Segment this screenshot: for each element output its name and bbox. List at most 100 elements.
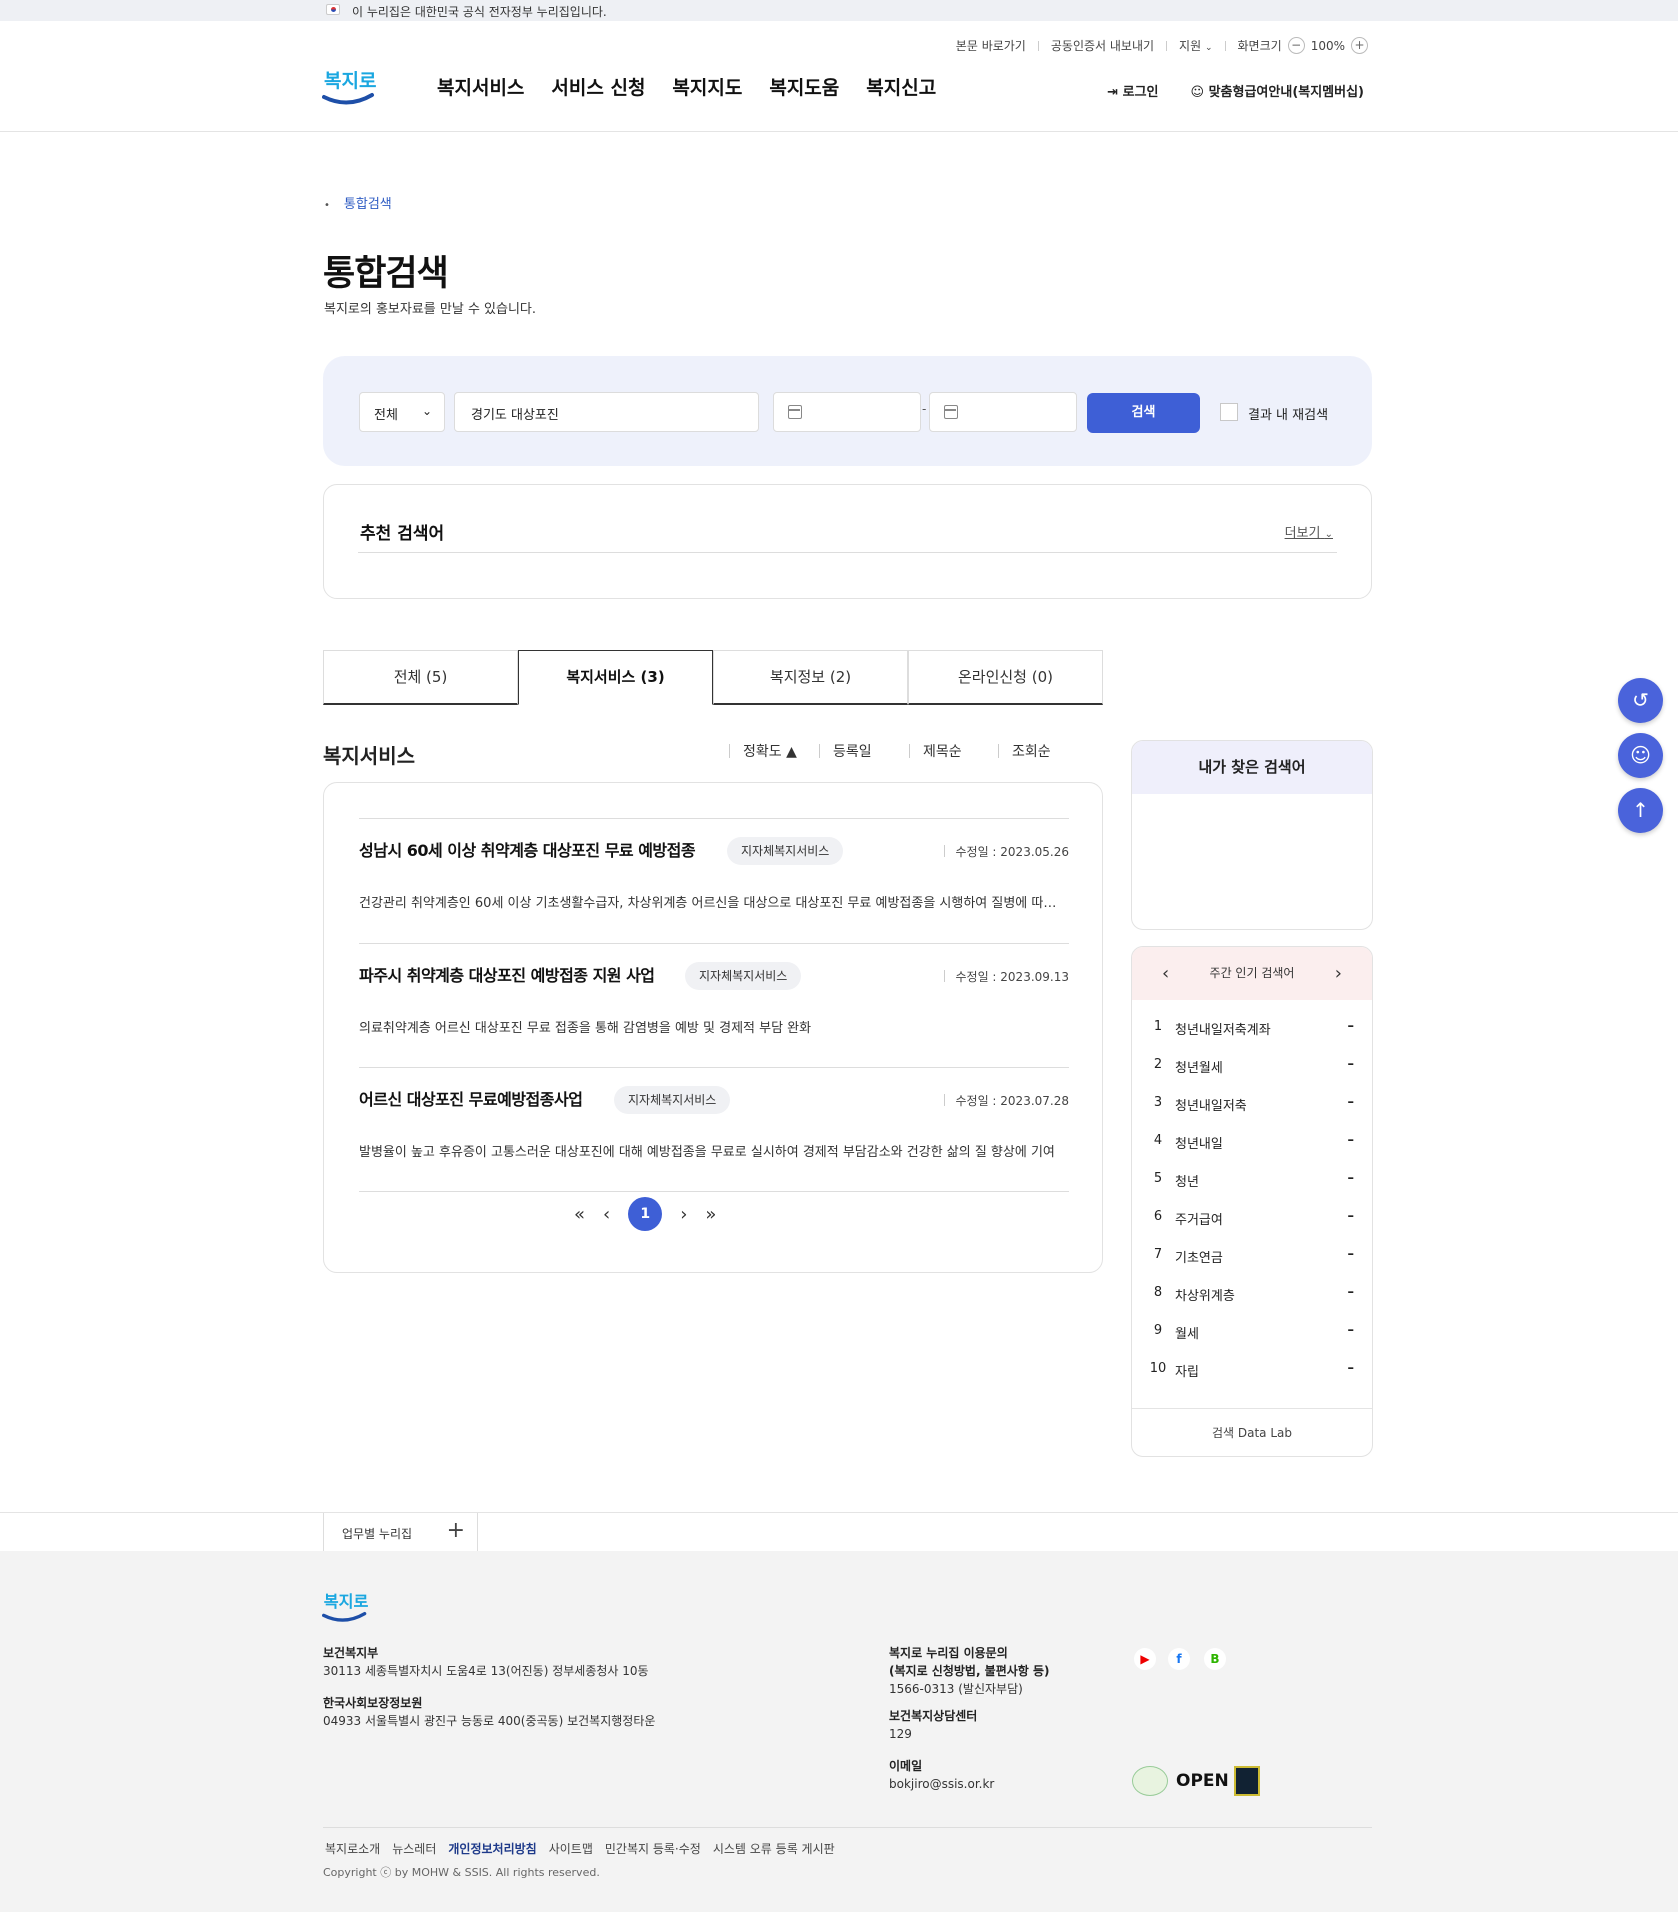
popular-rank: 3 [1153,1095,1163,1110]
nav-welfare-help[interactable]: 복지도움 [769,73,839,100]
popular-word[interactable]: 주거급여 [1175,1209,1223,1228]
scroll-top-icon[interactable]: ↑ [1618,788,1663,833]
breadcrumb[interactable]: 통합검색 [324,193,392,212]
popular-word[interactable]: 청년내일저축계좌 [1175,1019,1271,1038]
popular-word[interactable]: 기초연금 [1175,1247,1223,1266]
footer-link-about[interactable]: 복지로소개 [325,1840,380,1857]
footer-link-sitemap[interactable]: 사이트맵 [549,1840,593,1857]
research-label: 결과 내 재검색 [1248,408,1329,423]
list-item[interactable]: 1 청년내일저축계좌 – [1132,1019,1372,1057]
skip-link[interactable]: 본문 바로가기 [956,37,1026,54]
start-date-input[interactable] [773,392,921,432]
list-item[interactable]: 8 차상위계층 – [1132,1285,1372,1323]
pagination: « ‹ 1 › » [574,1197,716,1231]
popular-word[interactable]: 청년내일저축 [1175,1095,1247,1114]
calendar-icon [788,405,802,419]
research-checkbox[interactable] [1220,403,1238,421]
family-site-select[interactable]: 업무별 누리집 + [323,1513,478,1552]
cert-export-link[interactable]: 공동인증서 내보내기 [1051,37,1154,54]
result-title[interactable]: 어르신 대상포진 무료예방접종사업 [359,1086,583,1110]
sort-title[interactable]: 제목순 [909,741,962,761]
result-desc: 건강관리 취약계층인 60세 이상 기초생활수급자, 차상위계층 어르신을 대상… [359,896,1059,911]
list-divider [359,1191,1069,1192]
page-title: 통합검색 [323,254,449,294]
tab-all[interactable]: 전체 (5) [323,650,518,705]
nav-welfare-report[interactable]: 복지신고 [866,73,936,100]
result-date: 수정일 : 2023.05.26 [943,845,1069,859]
chevron-left-icon[interactable]: ‹ [1162,947,1169,1000]
popular-title: 주간 인기 검색어 [1209,966,1295,980]
prev-page-icon[interactable]: ‹ [603,1204,610,1225]
my-searches-title: 내가 찾은 검색어 [1132,741,1372,794]
popular-rank: 9 [1153,1323,1163,1338]
recommended-keywords: 추천 검색어 더보기 ⌄ [323,484,1372,599]
popular-word[interactable]: 청년월세 [1175,1057,1223,1076]
footer-center: 보건복지상담센터 129 [889,1709,978,1741]
popular-word[interactable]: 자립 [1175,1361,1199,1380]
sort-views[interactable]: 조회순 [998,741,1051,761]
list-item[interactable]: 4 청년내일 – [1132,1133,1372,1171]
list-item[interactable]: 2 청년월세 – [1132,1057,1372,1095]
list-item[interactable]: 6 주거급여 – [1132,1209,1372,1247]
first-page-icon[interactable]: « [574,1204,585,1225]
search-button[interactable]: 검색 [1087,393,1200,433]
sort-date[interactable]: 등록일 [819,741,872,761]
nav-welfare-map[interactable]: 복지지도 [672,73,742,100]
rank-change-icon: – [1347,1247,1355,1262]
footer-org2: 한국사회보장정보원 04933 서울특별시 광진구 능동로 400(중곡동) 보건… [323,1696,656,1728]
chevron-right-icon[interactable]: › [1335,947,1342,1000]
end-date-input[interactable] [929,392,1077,432]
login-link[interactable]: ⇥ 로그인 [1107,81,1158,100]
list-item[interactable]: 7 기초연금 – [1132,1247,1372,1285]
footer-link-newsletter[interactable]: 뉴스레터 [392,1840,436,1857]
search-datalab-link[interactable]: 검색 Data Lab [1132,1408,1372,1456]
list-item[interactable]: 3 청년내일저축 – [1132,1095,1372,1133]
chatbot-icon[interactable]: ☺ [1618,733,1663,778]
popular-rank: 5 [1153,1171,1163,1186]
list-item[interactable]: 5 청년 – [1132,1171,1372,1209]
popular-word[interactable]: 월세 [1175,1323,1199,1342]
zoom-label: 화면크기 [1237,39,1282,53]
youtube-icon[interactable]: ▶ [1134,1648,1156,1670]
list-item[interactable]: 어르신 대상포진 무료예방접종사업 지자체복지서비스 수정일 : 2023.07… [359,1067,1069,1192]
header-right: ⇥ 로그인 ☺ 맞춤형급여안내(복지멤버십) [1107,81,1364,100]
nav-welfare-service[interactable]: 복지서비스 [437,73,524,100]
rank-change-icon: – [1347,1285,1355,1300]
popular-word[interactable]: 청년내일 [1175,1133,1223,1152]
region-select[interactable]: 지원 ⌄ [1179,37,1212,54]
list-item[interactable]: 파주시 취약계층 대상포진 예방접종 지원 사업 지자체복지서비스 수정일 : … [359,943,1069,1068]
membership-link[interactable]: ☺ 맞춤형급여안내(복지멤버십) [1191,81,1365,100]
gov-banner-text: 이 누리집은 대한민국 공식 전자정부 누리집입니다. [352,5,607,19]
page-current[interactable]: 1 [628,1197,663,1231]
history-icon[interactable]: ↺ [1618,678,1663,723]
last-page-icon[interactable]: » [705,1204,716,1225]
footer-link-error-board[interactable]: 시스템 오류 등록 게시판 [713,1840,835,1857]
facebook-icon[interactable]: f [1168,1648,1190,1670]
footer-link-privacy[interactable]: 개인정보처리방침 [448,1840,536,1857]
footer-links: 복지로소개 뉴스레터 개인정보처리방침 사이트맵 민간복지 등록·수정 시스템 … [325,1840,835,1857]
next-page-icon[interactable]: › [680,1204,687,1225]
popular-word[interactable]: 청년 [1175,1171,1199,1190]
blog-icon[interactable]: B [1204,1648,1226,1670]
result-title[interactable]: 성남시 60세 이상 취약계층 대상포진 무료 예방접종 [359,837,696,861]
zoom-out-button[interactable]: − [1287,37,1305,54]
sort-accuracy[interactable]: 정확도 ▲ [729,741,797,761]
rank-change-icon: – [1347,1171,1355,1186]
popular-word[interactable]: 차상위계층 [1175,1285,1235,1304]
search-input[interactable]: 경기도 대상포진 [454,392,759,432]
zoom-in-button[interactable]: + [1351,37,1368,54]
list-item[interactable]: 성남시 60세 이상 취약계층 대상포진 무료 예방접종 지자체복지서비스 수정… [359,818,1069,943]
nav-service-apply[interactable]: 서비스 신청 [551,73,645,100]
bokjiro-logo[interactable]: 복지로 [322,63,376,109]
result-title[interactable]: 파주시 취약계층 대상포진 예방접종 지원 사업 [359,962,655,986]
tab-online-apply[interactable]: 온라인신청 (0) [908,650,1103,705]
tab-welfare-info[interactable]: 복지정보 (2) [713,650,908,705]
list-item[interactable]: 10 자립 – [1132,1361,1372,1399]
tab-welfare-service[interactable]: 복지서비스 (3) [518,650,713,705]
more-button[interactable]: 더보기 ⌄ [1285,522,1333,541]
category-select[interactable]: 전체 ⌄ [359,392,445,432]
footer-link-private-welfare[interactable]: 민간복지 등록·수정 [605,1840,701,1857]
zoom-value: 100% [1310,38,1345,53]
list-item[interactable]: 9 월세 – [1132,1323,1372,1361]
result-badge: 지자체복지서비스 [685,962,802,990]
